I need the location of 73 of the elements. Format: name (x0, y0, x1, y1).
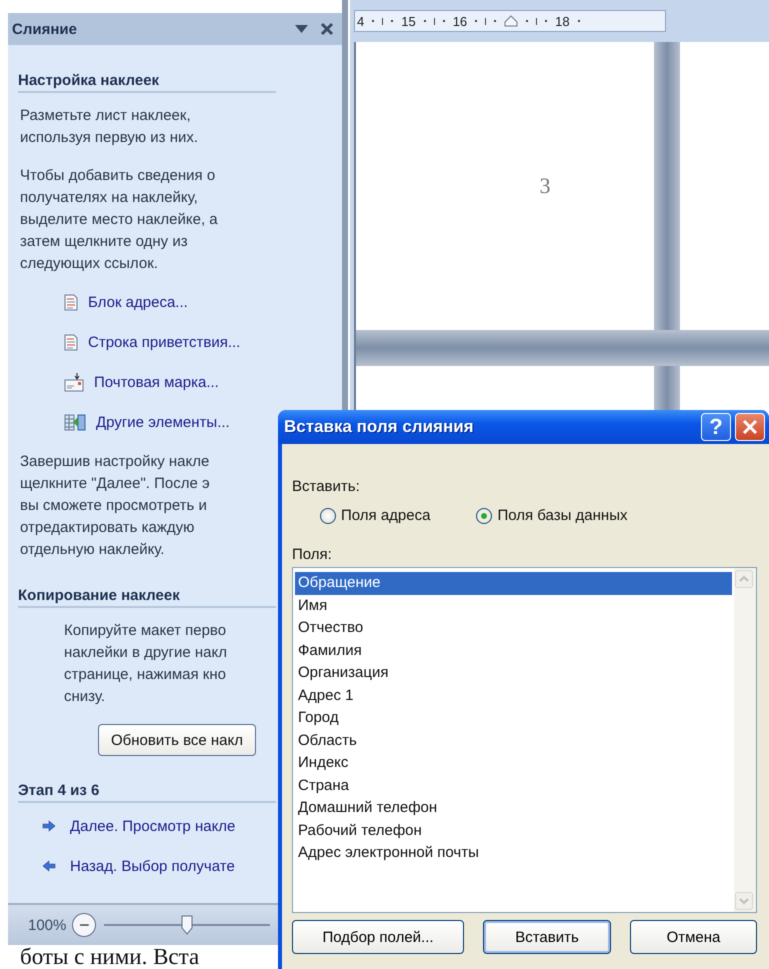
field-item[interactable]: Обращение (295, 572, 732, 594)
right-arrow-icon (42, 820, 56, 832)
scroll-up-icon (735, 570, 753, 588)
envelope-icon (64, 372, 84, 392)
instruction-text: вы сможете просмотреть и (20, 496, 207, 516)
field-item[interactable]: Область (295, 730, 732, 752)
field-item[interactable]: Организация (295, 662, 732, 684)
close-icon[interactable] (320, 22, 334, 36)
instruction-text: Копируйте макет перво (64, 621, 226, 641)
radio-label[interactable]: Поля адреса (341, 507, 430, 524)
section-heading: Копирование наклеек (18, 587, 276, 608)
ruler-number: 15 (401, 14, 416, 28)
field-item[interactable]: Фамилия (295, 640, 732, 662)
instruction-text: щелкните "Далее". После э (20, 474, 210, 494)
left-arrow-icon (42, 860, 56, 872)
section-heading: Этап 4 из 6 (18, 782, 276, 803)
insert-label: Вставить: (292, 478, 360, 495)
fields-label: Поля: (292, 546, 332, 563)
task-link[interactable]: Далее. Просмотр накле (70, 818, 236, 834)
radio-button[interactable] (476, 508, 492, 524)
field-item[interactable]: Рабочий телефон (295, 820, 732, 842)
task-link[interactable]: Блок адреса... (88, 294, 188, 310)
task-link[interactable]: Строка приветствия... (88, 334, 240, 350)
close-button[interactable] (735, 413, 765, 441)
task-link[interactable]: Почтовая марка... (94, 374, 219, 390)
cancel-button[interactable]: Отмена (630, 920, 757, 954)
instruction-text: получателях на наклейку, (20, 188, 198, 208)
field-item[interactable]: Имя (295, 594, 732, 617)
scrollbar[interactable] (734, 568, 756, 912)
dialog-title: Вставка поля слияния (284, 417, 475, 437)
document-icon (64, 334, 78, 350)
insert-button[interactable]: Вставить (483, 920, 611, 954)
table-icon (64, 414, 86, 430)
instruction-text: затем щелкните одну из (20, 232, 188, 252)
ruler-number: 4 (357, 14, 364, 28)
instruction-text: выделите место наклейке, а (20, 210, 218, 230)
field-item[interactable]: Индекс (295, 752, 732, 774)
task-link[interactable]: Назад. Выбор получате (70, 858, 235, 874)
indent-marker-icon (504, 15, 518, 27)
instruction-text: странице, нажимая кно (64, 665, 226, 685)
instruction-text: используя первую из них. (20, 128, 198, 148)
field-item[interactable]: Страна (295, 774, 732, 797)
instruction-text: Разметьте лист наклеек, (20, 106, 191, 126)
slider-thumb[interactable] (181, 915, 194, 935)
zoom-percent: 100% (28, 916, 66, 934)
radio-button[interactable] (320, 508, 336, 524)
section-heading: Настройка наклеек (18, 72, 276, 93)
update-labels-button[interactable]: Обновить все накл (98, 724, 256, 756)
document-icon (64, 294, 78, 310)
field-item[interactable]: Адрес 1 (295, 684, 732, 707)
instruction-text: следующих ссылок. (20, 254, 158, 274)
task-link[interactable]: Другие элементы... (96, 414, 230, 430)
instruction-text: Чтобы добавить сведения о (20, 166, 216, 186)
zoom-out-button[interactable]: − (72, 913, 96, 937)
instruction-text: Завершив настройку накле (20, 452, 210, 472)
instruction-text: снизу. (64, 687, 106, 707)
close-icon (742, 419, 758, 435)
field-item[interactable]: Отчество (295, 617, 732, 640)
instruction-text: отдельную наклейку. (20, 540, 164, 560)
pane-title: Слияние (12, 20, 78, 38)
radio-label[interactable]: Поля базы данных (497, 507, 628, 524)
instruction-text: отредактировать каждую (20, 518, 194, 538)
instruction-text: наклейки в другие накл (64, 643, 227, 663)
scroll-down-icon (735, 892, 753, 910)
field-item[interactable]: Домашний телефон (295, 797, 732, 820)
field-item[interactable]: Город (295, 707, 732, 730)
field-item[interactable]: Адрес электронной почты (295, 842, 732, 864)
help-button[interactable]: ? (701, 413, 731, 441)
page-number: 3 (540, 173, 550, 199)
dropdown-icon[interactable] (294, 24, 310, 34)
ruler-number: 16 (452, 14, 468, 28)
ruler-number: 18 (555, 14, 570, 28)
match-fields-button[interactable]: Подбор полей... (292, 920, 464, 954)
